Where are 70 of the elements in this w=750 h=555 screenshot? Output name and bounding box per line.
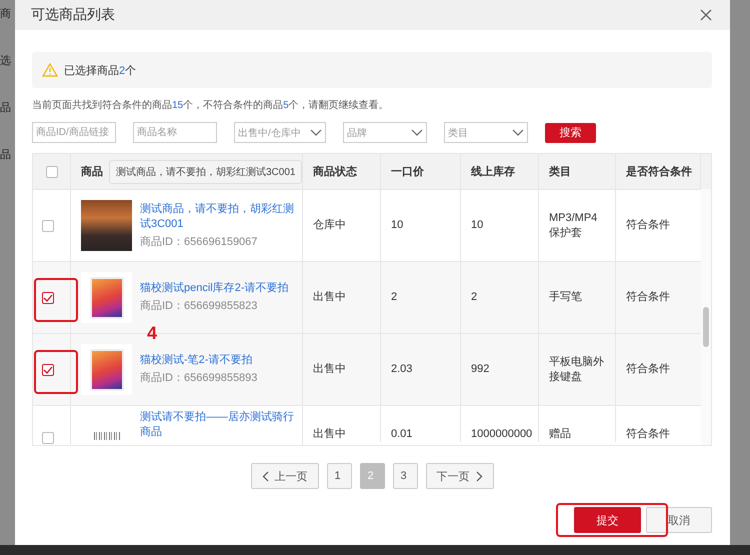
search-button[interactable]: 搜索 [545,122,596,142]
filter-dropdown[interactable]: 出售中/仓库中 [234,122,326,143]
background-text: 品 [0,102,12,115]
tooltip: 测试商品，请不要拍，胡彩红测试3C001 [109,160,302,184]
column-header: 类目 [549,164,571,179]
price-text: 0.01 [391,427,412,442]
background-text: 品 [0,149,12,162]
submit-button[interactable]: 提交 [574,507,641,533]
filter-dropdown[interactable]: 品牌 [343,122,427,143]
previous-page-button[interactable]: 上一页 [250,463,318,489]
info-text: 当前页面共找到符合条件的商品15个，不符合条件的商品5个，请翻页继续查看。 [32,98,390,113]
product-title-link[interactable]: 测试商品，请不要拍，胡彩红测试3C001 [140,202,294,232]
product-title-link[interactable]: 猫校测试pencil库存2-请不要拍 [140,281,289,296]
stock-text: 10 [471,218,484,233]
row-checkbox[interactable] [42,432,54,444]
chevron-down-icon [512,129,524,136]
eligibility-text: 符合条件 [626,218,670,233]
product-id: 商品ID：656699855823 [140,299,258,314]
category-text: MP3/MP4保护套 [549,210,598,240]
status-text: 仓库中 [313,218,346,233]
status-text: 出售中 [313,362,346,377]
column-header: 线上库存 [471,164,515,179]
chevron-left-icon [262,470,268,482]
category-text: 平板电脑外接键盘 [549,354,605,384]
column-header: 是否符合条件 [626,164,692,179]
annotation-number: 4 [147,324,158,342]
page-button[interactable]: 1 [326,463,352,489]
close-icon[interactable] [700,9,712,21]
eligibility-text: 符合条件 [626,427,670,442]
photo-placeholder [81,200,132,251]
next-page-button[interactable]: 下一页 [426,463,494,489]
filter-input[interactable]: 商品ID/商品链接 [32,122,116,143]
dialog-title: 可选商品列表 [31,6,115,24]
price-text: 2 [391,290,398,305]
stock-text: 2 [471,290,478,305]
product-title-link[interactable]: 测试请不要拍——居亦测试骑行商品 [140,410,294,440]
filter-dropdown[interactable]: 类目 [444,122,528,143]
column-header: 商品状态 [313,164,357,179]
background-text: 商 [0,8,12,21]
stock-text: 1000000000 [471,427,532,442]
status-text: 出售中 [313,427,346,442]
scrollbar[interactable] [701,189,711,445]
row-checkbox[interactable] [42,220,54,232]
row-checkbox[interactable] [42,364,54,376]
background-text: 选 [0,55,12,68]
price-text: 10 [391,218,404,233]
filter-input[interactable]: 商品名称 [133,122,217,143]
stock-text: 992 [471,362,490,377]
select-all-checkbox[interactable] [46,166,58,178]
product-id: 商品ID：656696159067 [140,234,258,250]
chevron-down-icon [411,129,423,136]
column-header: 一口价 [391,165,424,179]
category-text: 赠品 [549,427,571,442]
tablet-thumbnail [81,272,132,323]
eligibility-text: 符合条件 [626,290,670,305]
price-text: 2.03 [391,362,412,377]
chevron-right-icon [476,470,482,482]
row-checkbox[interactable] [42,292,54,304]
cancel-button[interactable]: 取消 [646,507,712,533]
alert-text: 已选择商品2个 [64,64,136,78]
warning-icon [42,63,58,77]
page-button[interactable]: 3 [392,463,418,489]
column-header: 商品 [81,164,103,179]
product-id: 商品ID：656699855893 [140,371,258,386]
tablet-thumbnail [81,344,132,395]
category-text: 手写笔 [549,290,582,305]
product-title-link[interactable]: 猫校测试-笔2-请不要拍 [140,353,258,368]
chevron-down-icon [310,129,322,136]
status-text: 出售中 [313,290,346,305]
eligibility-text: 符合条件 [626,362,670,377]
